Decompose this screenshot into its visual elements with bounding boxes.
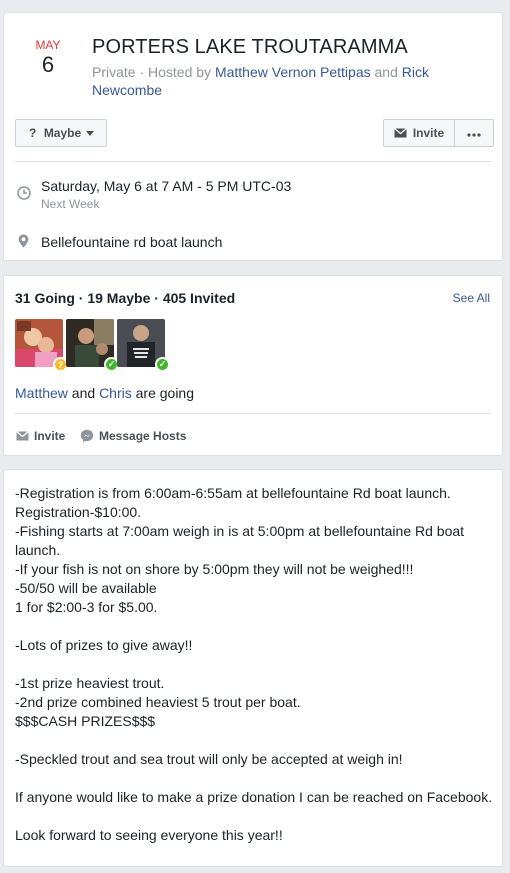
messenger-icon — [80, 429, 94, 443]
event-datetime[interactable]: Saturday, May 6 at 7 AM - 5 PM UTC-03 — [41, 177, 291, 195]
going-friend-link[interactable]: Matthew — [15, 385, 68, 401]
guests-divider — [15, 413, 491, 414]
event-privacy: Private — [92, 64, 136, 80]
event-month: MAY — [35, 38, 61, 52]
chevron-down-icon — [86, 130, 95, 136]
event-relative-date: Next Week — [41, 197, 100, 211]
maybe-label: Maybe — [43, 126, 82, 140]
clock-icon — [17, 186, 31, 205]
see-all-link[interactable]: See All — [453, 291, 490, 305]
event-header-card: MAY 6 PORTERS LAKE TROUTARAMMA Private ·… — [3, 12, 503, 261]
invite-button[interactable]: Invite — [383, 119, 455, 147]
map-pin-icon — [18, 234, 29, 253]
event-date-badge: MAY 6 — [26, 38, 70, 78]
guests-card: 31 Going · 19 Maybe · 405 Invited See Al… — [3, 275, 503, 456]
event-day: 6 — [41, 52, 55, 77]
guest-stats[interactable]: 31 Going · 19 Maybe · 405 Invited — [15, 290, 235, 306]
header-divider — [15, 161, 491, 162]
guest-avatar[interactable]: ? — [15, 319, 68, 372]
guests-invite-button[interactable]: Invite — [16, 429, 65, 443]
event-title: PORTERS LAKE TROUTARAMMA — [92, 36, 408, 58]
guests-invite-label: Invite — [34, 429, 66, 443]
host-conjunction: and — [370, 64, 402, 80]
going-conjunction: and — [67, 385, 100, 401]
host-link-1[interactable]: Matthew Vernon Pettipas — [215, 64, 371, 80]
event-details-card: -Registration is from 6:00am-6:55am at b… — [3, 469, 503, 867]
message-hosts-button[interactable]: Message Hosts — [80, 429, 186, 443]
event-privacy-hosts: Private · Hosted by Matthew Vernon Petti… — [92, 63, 492, 99]
invite-label: Invite — [412, 126, 445, 140]
going-friend-link[interactable]: Chris — [99, 385, 132, 401]
envelope-icon — [16, 431, 29, 441]
envelope-icon — [393, 128, 407, 138]
question-mark-icon: ? — [28, 127, 38, 139]
ellipsis-icon — [467, 126, 481, 140]
guest-avatar[interactable]: ✓ — [66, 319, 119, 372]
going-summary: Matthew and Chris are going — [15, 385, 194, 401]
hosted-by-text: · Hosted by — [135, 64, 215, 80]
more-options-button[interactable] — [454, 119, 494, 147]
going-suffix: are going — [131, 385, 195, 401]
going-status-badge: ✓ — [155, 357, 170, 372]
guest-avatar[interactable]: ✓ — [117, 319, 170, 372]
message-hosts-label: Message Hosts — [99, 429, 187, 443]
event-description: -Registration is from 6:00am-6:55am at b… — [15, 485, 493, 843]
event-location[interactable]: Bellefountaine rd boat launch — [41, 233, 222, 251]
maybe-button[interactable]: ? Maybe — [15, 119, 107, 147]
svg-text:?: ? — [29, 127, 36, 139]
